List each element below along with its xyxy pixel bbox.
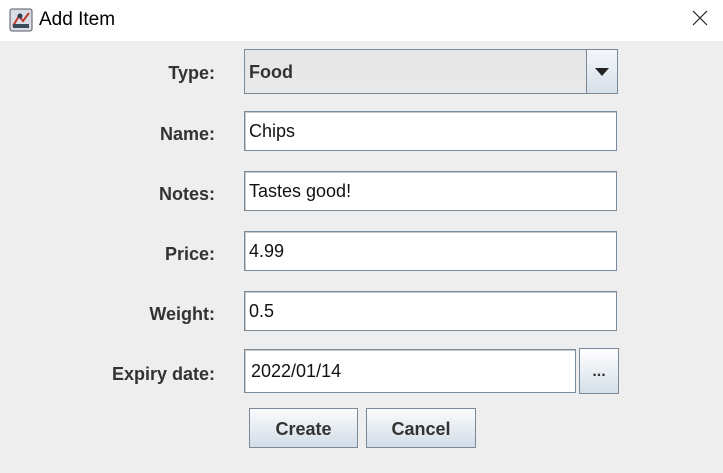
expiry-date-field[interactable] (244, 349, 576, 393)
close-icon (692, 10, 708, 31)
type-combobox-display[interactable]: Food (245, 50, 588, 93)
name-field[interactable] (244, 111, 617, 151)
notes-field[interactable] (244, 171, 617, 211)
expiry-date-label: Expiry date: (111, 364, 215, 384)
price-field[interactable] (244, 231, 617, 271)
price-label: Price: (164, 244, 215, 264)
name-label: Name: (159, 124, 215, 144)
window-title: Add Item (39, 9, 116, 30)
chevron-down-icon (595, 63, 609, 81)
create-button[interactable]: Create (249, 408, 358, 448)
type-label: Type: (168, 63, 215, 83)
add-item-dialog: Add Item Type: Food Name: Notes: Price: (0, 0, 723, 473)
java-app-icon (9, 8, 33, 32)
type-dropdown-button[interactable] (586, 50, 617, 93)
notes-label: Notes: (158, 184, 215, 204)
weight-label: Weight: (149, 304, 215, 324)
type-selected-value: Food (249, 62, 293, 82)
weight-field[interactable] (244, 291, 617, 331)
cancel-button[interactable]: Cancel (366, 408, 476, 448)
date-picker-button[interactable]: ... (579, 348, 619, 394)
title-bar[interactable]: Add Item (0, 0, 723, 41)
close-button[interactable] (677, 0, 723, 41)
type-combobox[interactable]: Food (244, 49, 618, 94)
